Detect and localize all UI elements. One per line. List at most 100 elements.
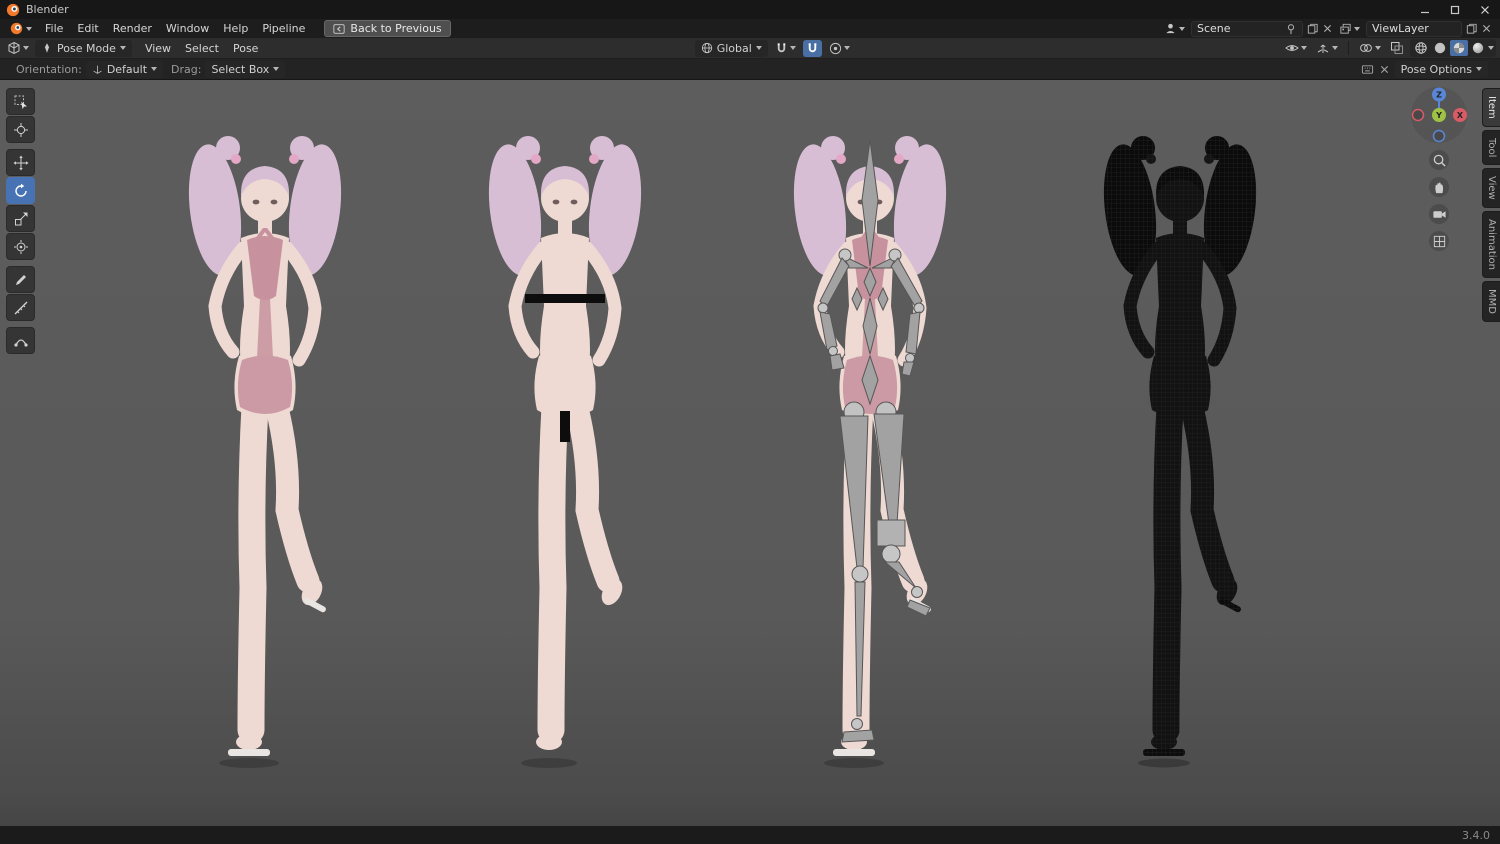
shading-rendered-icon	[1472, 42, 1484, 54]
menu-render[interactable]: Render	[106, 21, 159, 36]
gizmos-dropdown[interactable]	[1313, 40, 1341, 57]
rotate-tool[interactable]	[6, 177, 35, 204]
pose-options-dropdown[interactable]: Pose Options	[1394, 60, 1488, 78]
menu-view[interactable]: View	[138, 41, 178, 56]
censor-bar-lower	[560, 411, 570, 442]
shading-solid-button[interactable]	[1431, 40, 1449, 56]
toggle-projection-icon	[1433, 235, 1445, 247]
remove-viewlayer-icon[interactable]	[1481, 23, 1492, 34]
sidebar-tabs: Item Tool View Animation MMD	[1482, 88, 1500, 325]
chevron-down-icon	[273, 67, 280, 71]
shading-wireframe-button[interactable]	[1412, 40, 1430, 56]
scale-tool[interactable]	[6, 205, 35, 232]
overlays-dropdown[interactable]	[1356, 40, 1384, 57]
tab-mmd[interactable]: MMD	[1482, 280, 1500, 322]
scene-selector[interactable]: Scene	[1191, 20, 1303, 37]
window-title: Blender	[26, 3, 69, 16]
navigation-gizmo[interactable]: Z X Y	[1410, 86, 1468, 144]
tab-tool[interactable]: Tool	[1482, 129, 1500, 166]
viewlayer-selector[interactable]: ViewLayer	[1366, 20, 1462, 37]
3d-cursor-icon	[13, 122, 28, 137]
camera-view-button[interactable]	[1429, 204, 1449, 224]
model-character-wireframe[interactable]	[1080, 118, 1280, 778]
shading-wireframe-icon	[1415, 42, 1427, 54]
scene-name: Scene	[1197, 22, 1231, 35]
select-box-tool[interactable]	[6, 88, 35, 115]
annotate-pen-icon	[15, 274, 26, 285]
keymap-icon[interactable]	[1361, 63, 1374, 76]
shading-mode-group	[1410, 39, 1496, 57]
zoom-button[interactable]	[1429, 150, 1449, 170]
pose-options-label: Pose Options	[1400, 62, 1472, 76]
rotate-icon	[14, 183, 27, 197]
transform-orientation-dropdown[interactable]: Global	[694, 39, 768, 57]
axis-x-label: X	[1457, 111, 1464, 120]
close-settings-icon[interactable]	[1379, 64, 1390, 75]
drag-mode-dropdown[interactable]: Select Box	[205, 60, 286, 78]
viewport-header: Pose Mode View Select Pose Global	[0, 38, 1500, 59]
viewlayer-dropdown[interactable]	[1336, 20, 1363, 37]
menu-pose[interactable]: Pose	[226, 41, 265, 56]
toggle-projection-button[interactable]	[1429, 231, 1449, 251]
chevron-down-icon	[1332, 46, 1338, 50]
annotate-tool[interactable]	[6, 266, 35, 293]
scale-icon	[14, 212, 27, 225]
measure-tool[interactable]	[6, 294, 35, 321]
xray-toggle[interactable]	[1387, 40, 1407, 57]
chevron-down-icon	[789, 46, 796, 50]
back-to-previous-button[interactable]: Back to Previous	[324, 20, 451, 37]
menu-select[interactable]: Select	[178, 41, 226, 56]
back-arrow-icon	[333, 23, 345, 34]
menu-window[interactable]: Window	[159, 21, 216, 36]
menu-edit[interactable]: Edit	[70, 21, 105, 36]
menu-pipeline[interactable]: Pipeline	[255, 21, 312, 36]
drag-label: Drag:	[171, 62, 202, 76]
pin-icon[interactable]	[1285, 23, 1297, 35]
pan-hand-icon	[1434, 182, 1443, 193]
minimize-button[interactable]	[1410, 0, 1440, 19]
tab-animation[interactable]: Animation	[1482, 210, 1500, 278]
workspace-profile-icon	[1166, 23, 1175, 34]
proportional-editing-dropdown[interactable]	[826, 40, 853, 57]
orientation-default-value: Default	[106, 62, 148, 76]
proportional-editing-icon	[829, 42, 841, 54]
blender-version: 3.4.0	[1462, 828, 1490, 842]
pan-button[interactable]	[1429, 177, 1449, 197]
menu-file[interactable]: File	[38, 21, 70, 36]
orientation-default-dropdown[interactable]: Default	[85, 60, 164, 78]
3d-viewport[interactable]: Z X Y Item Tool View Animation MMD	[0, 80, 1500, 826]
close-button[interactable]	[1470, 0, 1500, 19]
chevron-down-icon	[26, 26, 32, 31]
new-scene-icon[interactable]	[1306, 22, 1319, 35]
app-menu-button[interactable]	[4, 22, 38, 35]
chevron-down-icon	[755, 46, 762, 50]
mode-selector[interactable]: Pose Mode	[35, 39, 132, 57]
close-icon	[1481, 5, 1489, 14]
maximize-button[interactable]	[1440, 0, 1470, 19]
tab-view[interactable]: View	[1482, 168, 1500, 208]
object-visibility-dropdown[interactable]	[1282, 40, 1310, 57]
minimize-icon	[1421, 11, 1429, 13]
model-character-armature[interactable]	[770, 118, 970, 778]
cursor-tool[interactable]	[6, 116, 35, 143]
chevron-down-icon	[1375, 46, 1381, 50]
tab-item[interactable]: Item	[1482, 88, 1500, 127]
unlink-scene-icon[interactable]	[1322, 23, 1333, 34]
workspace-dropdown[interactable]	[1161, 20, 1188, 37]
menu-help[interactable]: Help	[216, 21, 255, 36]
gizmos-icon	[1317, 44, 1329, 53]
model-character-censored[interactable]	[465, 118, 665, 778]
pose-breakdowner-tool[interactable]	[6, 327, 35, 354]
new-viewlayer-icon[interactable]	[1465, 22, 1478, 35]
model-character-swimsuit[interactable]	[165, 118, 365, 778]
snapping-dropdown[interactable]	[772, 40, 799, 57]
editor-type-dropdown[interactable]	[4, 40, 32, 57]
transform-tool[interactable]	[6, 233, 35, 260]
shading-material-button[interactable]	[1450, 40, 1468, 56]
maximize-icon	[1450, 5, 1460, 14]
snap-toggle[interactable]	[802, 39, 822, 57]
shading-rendered-button[interactable]	[1469, 40, 1487, 56]
move-tool[interactable]	[6, 149, 35, 176]
chevron-down-icon	[1301, 46, 1307, 50]
snap-on-icon	[808, 42, 816, 52]
